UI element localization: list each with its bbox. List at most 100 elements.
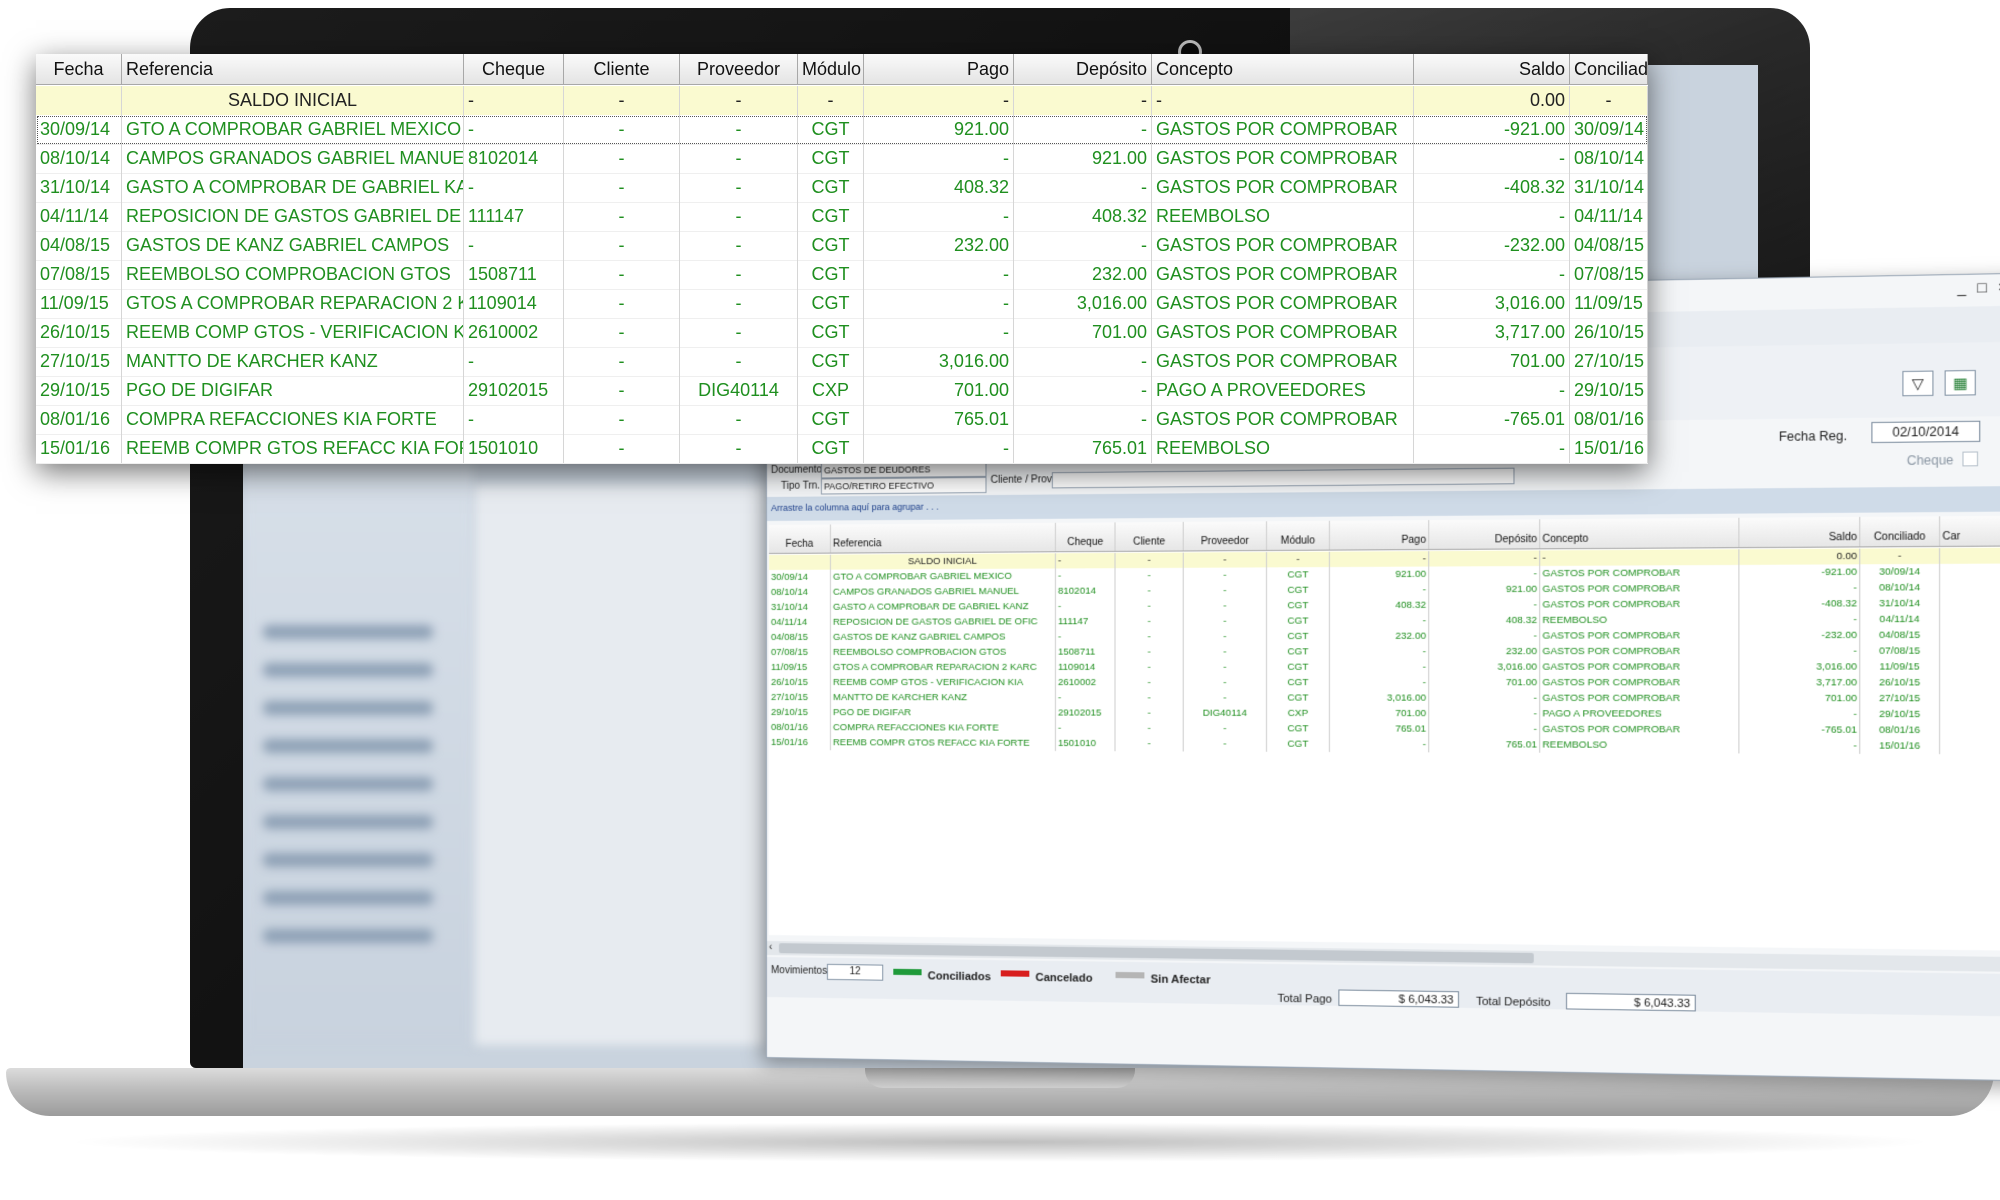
- movements-grid[interactable]: Fecha Referencia Cheque Cliente Proveedor Mód…: [769, 516, 2000, 951]
- zt-cell-concepto: REEMBOLSO: [1152, 434, 1414, 463]
- zt-cell-saldo: -: [1414, 434, 1570, 463]
- zt-table-row[interactable]: 04/11/14 REPOSICION DE GASTOS GABRIEL DE …: [36, 202, 1648, 232]
- cliente-prov-field[interactable]: [1052, 468, 1515, 489]
- sg-cell-proveedor: -: [1184, 613, 1267, 629]
- sg-cell-concepto: PAGO A PROVEEDORES: [1540, 706, 1739, 722]
- zoomed-movements-table[interactable]: Fecha Referencia Cheque Cliente Proveedor Mód…: [36, 54, 1648, 464]
- zt-cell-cliente: -: [564, 260, 680, 289]
- blurred-sidebar-item: [263, 929, 433, 943]
- zt-cell-fecha: 30/09/14: [36, 115, 122, 144]
- filter-icon: ▽: [1912, 375, 1924, 392]
- sg-cell-conciliado: 04/08/15: [1860, 627, 1940, 643]
- zt-table-row[interactable]: 07/08/15 REEMBOLSO COMPROBACION GTOS 15087…: [36, 260, 1648, 290]
- sg-cell-deposito: 701.00: [1429, 675, 1540, 691]
- sg-cell-pago: -: [1330, 737, 1429, 753]
- minimize-icon[interactable]: _: [1957, 279, 1977, 296]
- sg-header-proveedor[interactable]: Proveedor: [1184, 521, 1267, 550]
- sg-header-extra[interactable]: Car: [1940, 516, 2000, 546]
- zt-cell-fecha: 26/10/15: [36, 318, 122, 347]
- zt-header-proveedor[interactable]: Proveedor: [680, 54, 798, 84]
- zt-header-deposito[interactable]: Depósito: [1014, 54, 1152, 84]
- zt-cell-pago: 701.00: [864, 376, 1014, 405]
- sg-cell-saldo: -921.00: [1739, 564, 1860, 580]
- sg-table-row[interactable]: 27/10/15 MANTTO DE KARCHER KANZ - - - CGT 3,01…: [769, 690, 2000, 707]
- laptop-shadow: [60, 1122, 1940, 1162]
- sg-cell-fecha: 08/01/16: [769, 720, 831, 735]
- scroll-left-icon[interactable]: ‹: [769, 941, 772, 955]
- sg-cell-cliente: -: [1116, 721, 1184, 736]
- cheque-label: Cheque: [1907, 453, 1954, 468]
- blurred-sidebar-item: [263, 663, 433, 677]
- sg-header-fecha[interactable]: Fecha: [769, 525, 831, 553]
- sg-header-deposito[interactable]: Depósito: [1429, 519, 1540, 549]
- legend-sin-afectar-swatch: [1116, 972, 1145, 979]
- sg-header-conciliado[interactable]: Conciliado: [1860, 516, 1940, 546]
- fecha-reg-field[interactable]: 02/10/2014: [1871, 421, 1980, 443]
- sg-header-modulo[interactable]: Módulo: [1267, 521, 1330, 550]
- sg-cell-saldo: -: [1739, 612, 1860, 628]
- zt-cell-referencia: REEMBOLSO COMPROBACION GTOS: [122, 260, 464, 289]
- sg-header-cheque[interactable]: Cheque: [1056, 522, 1116, 551]
- movimientos-label: Movimientos: [771, 965, 827, 977]
- zt-table-row[interactable]: 04/08/15 GASTOS DE KANZ GABRIEL CAMPOS - - -…: [36, 231, 1648, 261]
- zt-header-modulo[interactable]: Módulo: [798, 54, 864, 84]
- zt-table-row[interactable]: 08/01/16 COMPRA REFACCIONES KIA FORTE - - - C…: [36, 405, 1648, 435]
- cheque-checkbox[interactable]: [1962, 451, 1978, 466]
- excel-export-button[interactable]: ▦: [1945, 370, 1976, 396]
- zt-cell-conciliado: 07/08/15: [1570, 260, 1648, 289]
- zt-cell-fecha: 08/10/14: [36, 144, 122, 173]
- zt-table-row[interactable]: 15/01/16 REEMB COMPR GTOS REFACC KIA FORT…: [36, 434, 1648, 464]
- zt-cell-referencia: GASTO A COMPROBAR DE GABRIEL KANZ: [122, 173, 464, 202]
- sg-cell-modulo: CGT: [1267, 736, 1330, 752]
- sg-table-row[interactable]: 04/08/15 GASTOS DE KANZ GABRIEL CAMPOS - - -…: [769, 627, 2000, 645]
- sg-cell-modulo: CGT: [1267, 644, 1330, 659]
- sg-cell-conciliado: 29/10/15: [1860, 706, 1940, 722]
- maximize-icon[interactable]: □: [1977, 278, 1998, 295]
- zt-cell-modulo: CGT: [798, 115, 864, 144]
- zt-header-fecha[interactable]: Fecha: [36, 54, 122, 84]
- sg-header-concepto[interactable]: Concepto: [1540, 518, 1739, 549]
- zt-table-row[interactable]: 30/09/14 GTO A COMPROBAR GABRIEL MEXICO - -…: [36, 115, 1648, 145]
- sg-cell-fecha: 04/11/14: [769, 615, 831, 630]
- zt-table-row[interactable]: 26/10/15 REEMB COMP GTOS - VERIFICACION K…: [36, 318, 1648, 348]
- total-deposito-field: $ 6,043.33: [1566, 993, 1696, 1012]
- sg-table-row[interactable]: 11/09/15 GTOS A COMPROBAR REPARACION 2 KA…: [769, 659, 2000, 675]
- tipo-trn-field[interactable]: PAGO/RETIRO EFECTIVO: [821, 477, 987, 495]
- sg-header-saldo[interactable]: Saldo: [1739, 517, 1860, 547]
- zt-table-row[interactable]: 08/10/14 CAMPOS GRANADOS GABRIEL MANUEL 81…: [36, 144, 1648, 174]
- filter-button[interactable]: ▽: [1902, 371, 1933, 397]
- sg-header-cliente[interactable]: Cliente: [1116, 522, 1184, 551]
- sg-header-pago[interactable]: Pago: [1330, 520, 1429, 550]
- sg-cell-saldo: -: [1739, 706, 1860, 722]
- zt-header-cliente[interactable]: Cliente: [564, 54, 680, 84]
- sg-header-referencia[interactable]: Referencia: [831, 523, 1056, 553]
- zt-header-conciliado[interactable]: Conciliado: [1570, 54, 1648, 84]
- zt-header-saldo[interactable]: Saldo: [1414, 54, 1570, 84]
- sg-table-row[interactable]: 15/01/16 REEMB COMPR GTOS REFACC KIA FORT…: [769, 735, 2000, 754]
- sg-cell-referencia: PGO DE DIGIFAR: [831, 705, 1056, 721]
- zt-header-referencia[interactable]: Referencia: [122, 54, 464, 84]
- zt-cell-referencia: CAMPOS GRANADOS GABRIEL MANUEL: [122, 144, 464, 173]
- zt-header-cheque[interactable]: Cheque: [464, 54, 564, 84]
- sg-table-row[interactable]: 07/08/15 REEMBOLSO COMPROBACION GTOS 15087…: [769, 643, 2000, 660]
- sg-cell-concepto: GASTOS POR COMPROBAR: [1540, 565, 1739, 582]
- zt-cell-conciliado: 27/10/15: [1570, 347, 1648, 376]
- zt-table-row[interactable]: 31/10/14 GASTO A COMPROBAR DE GABRIEL KAN…: [36, 173, 1648, 203]
- zt-header-concepto[interactable]: Concepto: [1152, 54, 1414, 84]
- zt-header-pago[interactable]: Pago: [864, 54, 1014, 84]
- zt-saldo-inicial-row[interactable]: SALDO INICIAL - - - - - - -0.00-: [36, 86, 1648, 115]
- sg-table-row[interactable]: 26/10/15 REEMB COMP GTOS - VERIFICACION K…: [769, 675, 2000, 691]
- zt-cell-deposito: -: [1014, 376, 1152, 405]
- sg-cell-proveedor: -: [1184, 736, 1267, 752]
- zt-table-row[interactable]: 27/10/15 MANTTO DE KARCHER KANZ - - - CGT 3,01…: [36, 347, 1648, 377]
- sg-cell-cheque: -: [1056, 553, 1116, 569]
- zt-table-row[interactable]: 29/10/15 PGO DE DIGIFAR 29102015- DIG40114 C…: [36, 376, 1648, 406]
- sg-cell-saldo: 701.00: [1739, 691, 1860, 707]
- zt-cell-conciliado: 31/10/14: [1570, 173, 1648, 202]
- sg-cell-cheque: 29102015: [1056, 705, 1116, 720]
- sg-cell-referencia: REEMBOLSO COMPROBACION GTOS: [831, 645, 1056, 660]
- zt-cell-deposito: 921.00: [1014, 144, 1152, 173]
- zt-table-row[interactable]: 11/09/15GTOS A COMPROBAR REPARACION 2 KA…: [36, 289, 1648, 319]
- zt-cell-fecha: 08/01/16: [36, 405, 122, 434]
- zt-cell-pago: -: [864, 144, 1014, 173]
